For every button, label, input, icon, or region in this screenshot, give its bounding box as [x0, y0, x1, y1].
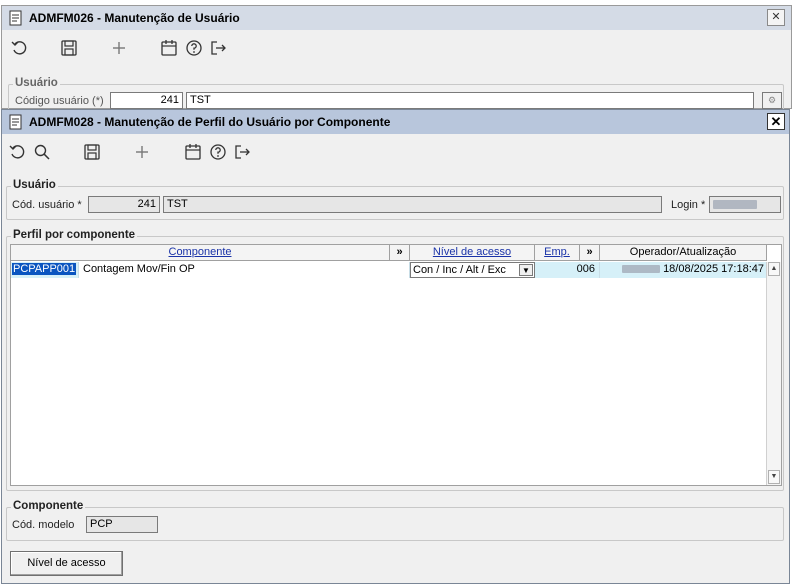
- expand-icon[interactable]: »: [580, 245, 600, 261]
- login-masked-value: [713, 199, 757, 209]
- add-icon: [136, 146, 148, 158]
- user-name-field[interactable]: TST: [163, 196, 662, 213]
- back-exit-button[interactable]: [209, 39, 227, 57]
- document-icon: [9, 10, 22, 26]
- back-window-title: ADMFM026 - Manutenção de Usuário: [29, 11, 240, 25]
- exit-icon: [211, 41, 226, 55]
- undo-icon: [9, 145, 25, 159]
- back-user-lookup-button[interactable]: ⚙: [762, 92, 782, 109]
- user-code-field[interactable]: 241: [88, 196, 160, 213]
- profile-grid: Componente » Nível de acesso Emp. » Oper…: [10, 244, 782, 486]
- back-window-titlebar: ADMFM026 - Manutenção de Usuário ✕: [2, 6, 791, 30]
- column-header-componente[interactable]: Componente: [11, 245, 390, 261]
- back-help-button[interactable]: [185, 39, 203, 57]
- row-emp: 006: [535, 262, 600, 278]
- expand-icon[interactable]: »: [390, 245, 410, 261]
- profile-group-legend: Perfil por componente: [11, 229, 138, 241]
- back-save-button[interactable]: [60, 39, 78, 57]
- close-icon: ✕: [770, 114, 782, 129]
- row-operador: 18/08/2025 17:18:47: [600, 262, 767, 278]
- close-icon: ✕: [771, 11, 781, 23]
- back-user-name-field[interactable]: TST: [186, 92, 754, 109]
- front-save-button[interactable]: [83, 143, 101, 161]
- front-calendar-button[interactable]: [184, 143, 202, 161]
- user-code-label: Cód. usuário *: [12, 199, 82, 211]
- row-code: PCPAPP001: [12, 263, 77, 275]
- cod-modelo-field[interactable]: PCP: [86, 516, 158, 533]
- search-icon: [34, 144, 50, 160]
- back-window-close-button[interactable]: ✕: [767, 9, 785, 26]
- front-undo-button[interactable]: [8, 143, 26, 161]
- back-add-button[interactable]: [110, 39, 128, 57]
- cod-modelo-label: Cód. modelo: [12, 519, 75, 531]
- back-user-group-legend: Usuário: [13, 77, 60, 89]
- add-icon: [113, 42, 125, 54]
- back-undo-button[interactable]: [10, 39, 28, 57]
- help-icon: [210, 144, 226, 160]
- row-code-cell[interactable]: PCPAPP001: [11, 262, 79, 278]
- row-timestamp: 18/08/2025 17:18:47: [663, 263, 764, 275]
- back-calendar-button[interactable]: [160, 39, 178, 57]
- grid-vertical-scrollbar[interactable]: ▲ ▼: [766, 262, 781, 485]
- document-icon: [9, 114, 22, 130]
- front-help-button[interactable]: [209, 143, 227, 161]
- componente-group-legend: Componente: [11, 500, 86, 512]
- front-exit-button[interactable]: [233, 143, 251, 161]
- save-icon: [84, 144, 100, 160]
- undo-icon: [11, 41, 27, 55]
- column-header-emp[interactable]: Emp.: [535, 245, 580, 261]
- row-nivel-select[interactable]: Con / Inc / Alt / Exc ▼: [410, 262, 535, 278]
- nivel-de-acesso-button[interactable]: Nível de acesso: [10, 551, 123, 576]
- login-field[interactable]: [709, 196, 781, 213]
- calendar-icon: [161, 40, 177, 56]
- back-user-code-label: Código usuário (*): [15, 95, 104, 107]
- column-header-operador[interactable]: Operador/Atualização: [600, 245, 767, 261]
- row-nivel-value: Con / Inc / Alt / Exc: [413, 264, 506, 276]
- front-window-close-button[interactable]: ✕: [767, 113, 785, 130]
- scroll-up-icon[interactable]: ▲: [768, 262, 780, 276]
- table-row[interactable]: PCPAPP001 Contagem Mov/Fin OP Con / Inc …: [11, 262, 767, 278]
- calendar-icon: [185, 144, 201, 160]
- user-group-legend: Usuário: [11, 179, 58, 191]
- back-window-toolbar: [2, 36, 791, 60]
- front-window-titlebar: ADMFM028 - Manutenção de Perfil do Usuár…: [2, 110, 789, 134]
- back-user-code-field[interactable]: 241: [110, 92, 183, 109]
- row-description: Contagem Mov/Fin OP: [79, 262, 410, 278]
- front-add-button[interactable]: [133, 143, 151, 161]
- dropdown-arrow-icon[interactable]: ▼: [519, 264, 533, 276]
- help-icon: [186, 40, 202, 56]
- front-window-toolbar: [2, 140, 789, 164]
- exit-icon: [235, 145, 250, 159]
- save-icon: [61, 40, 77, 56]
- front-window-title: ADMFM028 - Manutenção de Perfil do Usuár…: [29, 115, 391, 129]
- row-operador-masked: [622, 265, 660, 274]
- column-header-nivel[interactable]: Nível de acesso: [410, 245, 535, 261]
- login-label: Login *: [671, 199, 706, 211]
- front-search-button[interactable]: [33, 143, 51, 161]
- scroll-down-icon[interactable]: ▼: [768, 470, 780, 484]
- back-window: ADMFM026 - Manutenção de Usuário ✕ Usuár…: [1, 5, 792, 114]
